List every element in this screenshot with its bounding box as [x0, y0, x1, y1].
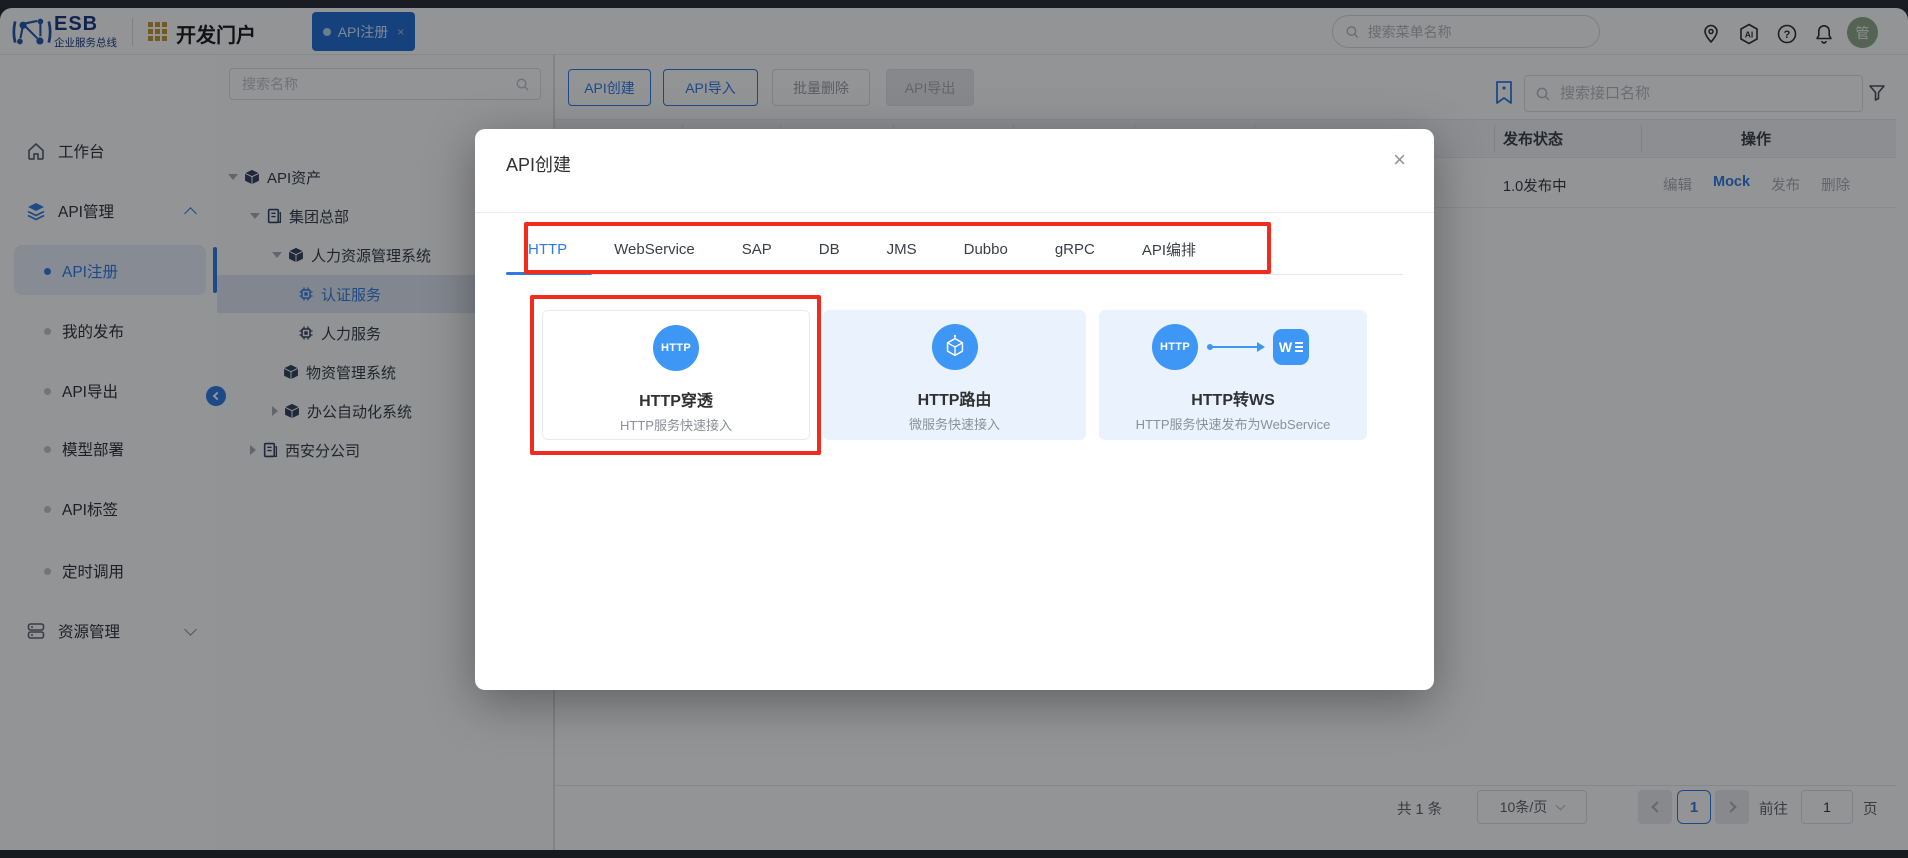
annotation-box-tabs: [524, 222, 1271, 274]
close-icon[interactable]: ×: [1393, 147, 1406, 173]
card-http-to-ws[interactable]: HTTP W HTTP转WS HTTP服务快速发布为WebService: [1099, 310, 1367, 440]
app-root: ESB 企业服务总线 开发门户 API注册 × AI: [0, 0, 1908, 858]
card-title: HTTP转WS: [1191, 392, 1275, 409]
api-create-modal: API创建 × HTTP WebService SAP DB JMS Dubbo…: [475, 129, 1434, 690]
modal-header-divider: [475, 212, 1434, 213]
modal-title: API创建: [506, 155, 572, 175]
card-description: 微服务快速接入: [908, 417, 1000, 432]
http-badge-icon: HTTP: [1152, 324, 1198, 370]
arrow-right-icon: [1207, 342, 1265, 352]
cube-route-icon: [931, 324, 978, 370]
card-description: HTTP服务快速发布为WebService: [1135, 417, 1331, 432]
annotation-box-http-passthrough: [530, 295, 821, 455]
tabs-baseline: [506, 274, 1403, 275]
card-http-route[interactable]: HTTP路由 微服务快速接入: [823, 310, 1086, 440]
webservice-doc-icon: W: [1273, 329, 1309, 365]
card-title: HTTP路由: [917, 392, 992, 409]
